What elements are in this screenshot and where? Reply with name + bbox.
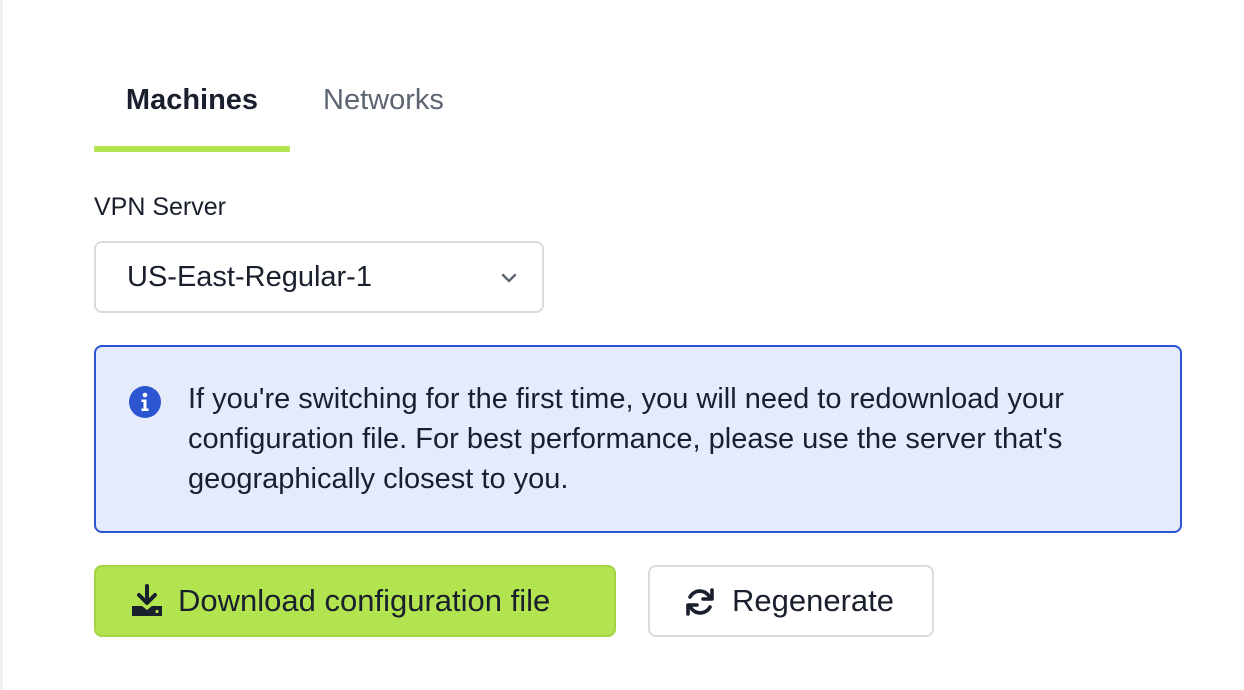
download-icon — [132, 584, 162, 616]
info-alert-text: If you're switching for the first time, … — [188, 383, 1064, 495]
download-button-label: Download configuration file — [178, 583, 551, 618]
tab-machines-label: Machines — [125, 84, 259, 116]
tab-networks-label: Networks — [323, 84, 444, 116]
tab-machines[interactable]: Machines — [94, 70, 290, 152]
regenerate-button[interactable]: Regenerate — [648, 565, 934, 637]
vpn-server-selected-value: US-East-Regular-1 — [127, 261, 372, 293]
regenerate-button-label: Regenerate — [732, 583, 895, 618]
info-icon — [129, 386, 161, 418]
vpn-server-select[interactable]: US-East-Regular-1 — [94, 241, 544, 313]
tab-bar: Machines Networks — [94, 70, 494, 152]
info-alert: If you're switching for the first time, … — [94, 345, 1182, 533]
active-tab-indicator — [94, 146, 290, 152]
refresh-icon — [686, 588, 714, 616]
chevron-down-icon — [501, 273, 517, 283]
download-configuration-button[interactable]: Download configuration file — [94, 565, 616, 637]
tab-networks[interactable]: Networks — [323, 70, 444, 152]
page-left-border — [0, 0, 3, 690]
vpn-server-label: VPN Server — [94, 193, 226, 221]
